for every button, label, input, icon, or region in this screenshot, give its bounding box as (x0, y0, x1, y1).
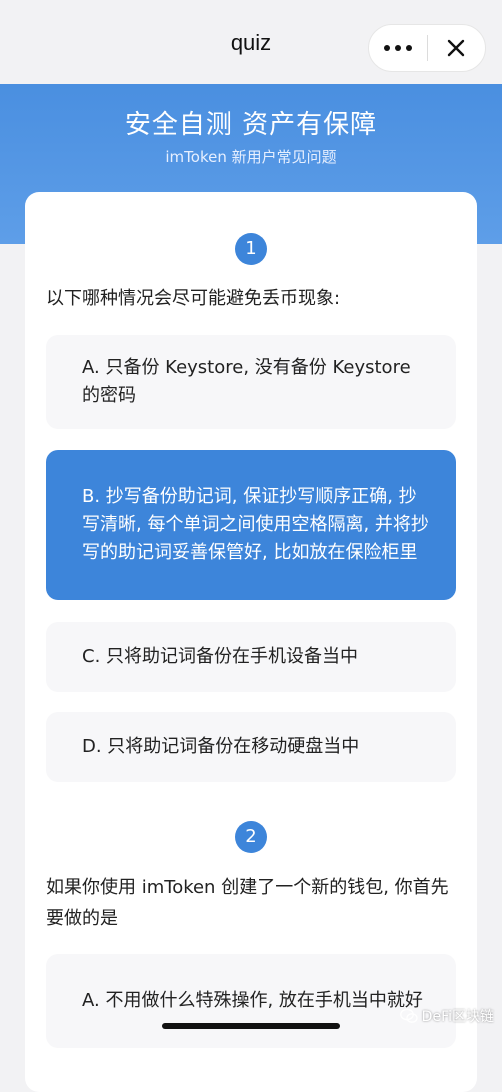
question-number-badge: 2 (235, 821, 267, 853)
dot (405, 45, 412, 51)
option-a[interactable]: A. 只备份 Keystore, 没有备份 Keystore 的密码 (46, 335, 456, 429)
watermark-text: DeFi区块链 (421, 1009, 494, 1025)
banner-subtitle: imToken 新用户常见问题 (165, 148, 337, 166)
option-label: D. 只将助记词备份在移动硬盘当中 (82, 736, 360, 757)
option-label: A. 只备份 Keystore, 没有备份 Keystore 的密码 (82, 357, 411, 406)
option-a[interactable]: A. 不用做什么特殊操作, 放在手机当中就好 (46, 954, 456, 1048)
option-d[interactable]: D. 只将助记词备份在移动硬盘当中 (46, 712, 456, 782)
dot (383, 45, 390, 51)
navigation-bar: quiz (0, 0, 502, 84)
banner-title: 安全自测 资产有保障 (124, 110, 378, 140)
question-number-badge: 1 (235, 233, 267, 265)
option-b-selected[interactable]: B. 抄写备份助记词, 保证抄写顺序正确, 抄写清晰, 每个单词之间使用空格隔离… (46, 450, 456, 600)
option-label: A. 不用做什么特殊操作, 放在手机当中就好 (82, 990, 423, 1011)
option-c[interactable]: C. 只将助记词备份在手机设备当中 (46, 622, 456, 692)
more-dots-icon[interactable] (369, 24, 427, 72)
wechat-icon (399, 1008, 418, 1023)
watermark: DeFi区块链 (399, 1006, 494, 1026)
option-label: B. 抄写备份助记词, 保证抄写顺序正确, 抄写清晰, 每个单词之间使用空格隔离… (82, 486, 429, 563)
mini-program-capsule (368, 24, 486, 72)
quiz-card: 1 以下哪种情况会尽可能避免丢币现象: A. 只备份 Keystore, 没有备… (25, 192, 477, 1092)
close-icon[interactable] (427, 24, 485, 72)
dot (394, 45, 401, 51)
question-text: 以下哪种情况会尽可能避免丢币现象: (46, 288, 341, 309)
home-indicator (162, 1023, 340, 1029)
option-label: C. 只将助记词备份在手机设备当中 (82, 646, 359, 667)
close-icon-glyph (448, 39, 465, 57)
question-text: 如果你使用 imToken 创建了一个新的钱包, 你首先要做的是 (46, 877, 449, 929)
